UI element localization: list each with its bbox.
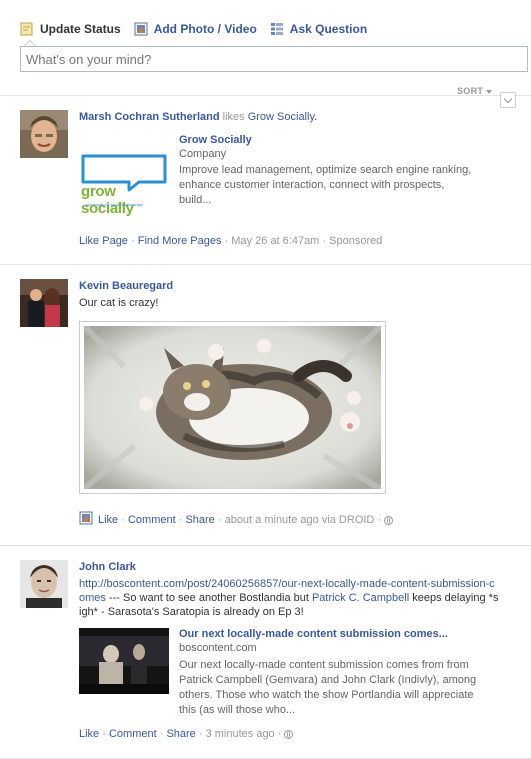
actor-link[interactable]: Kevin Beauregard [79,280,173,292]
story-message: http://boscontent.com/post/24060256857/o… [79,577,499,619]
photo-icon [134,22,148,36]
caret-down-icon [486,89,493,94]
tab-update-status[interactable]: Update Status [20,22,121,36]
like-link[interactable]: Like [79,727,99,741]
feed-story-photo: Kevin Beauregard Our cat is crazy! Like … [0,265,531,545]
attachment-title[interactable]: Our next locally-made content submission… [179,628,489,640]
avatar[interactable] [20,110,68,158]
attachment-subtitle: Company [179,148,227,160]
like-page-link[interactable]: Like Page [79,235,128,247]
attachment-title[interactable]: Grow Socially [179,134,479,146]
find-more-pages-link[interactable]: Find More Pages [138,235,222,247]
story-footer: Like · Comment · Share · 3 minutes ago · [79,727,294,741]
story-message: Our cat is crazy! [79,297,159,309]
tab-label: Update Status [40,22,121,36]
mobile-upload-icon [79,511,93,529]
mention-link[interactable]: Patrick C. Campbell [312,592,409,604]
video-still [79,628,169,694]
comment-link[interactable]: Comment [109,727,157,741]
share-link[interactable]: Share [185,513,214,527]
globe-icon [284,729,294,739]
logo-text: grow socially [81,183,134,217]
story-footer: Like · Comment · Share · about a minute … [79,511,394,529]
question-list-icon [270,22,284,36]
story-headline: Marsh Cochran Sutherland likes Grow Soci… [79,110,519,124]
attachment-info: Our next locally-made content submission… [179,628,489,718]
tab-label: Ask Question [289,22,368,36]
story-body: Kevin Beauregard Our cat is crazy! [79,279,519,310]
story-options-chevron-icon[interactable] [500,92,516,108]
globe-icon [384,515,394,525]
feed-story-link: John Clark http://boscontent.com/post/24… [0,546,531,759]
page-attachment-logo[interactable]: grow socially conversations build relati… [79,152,169,217]
story-body: John Clark http://boscontent.com/post/24… [79,560,499,619]
timestamp[interactable]: May 26 at 6:47am [231,235,319,247]
logo-tagline: conversations build relationships [85,202,143,207]
actor-link[interactable]: Marsh Cochran Sutherland [79,111,220,123]
story-body: Marsh Cochran Sutherland likes Grow Soci… [79,110,519,124]
tab-label: Add Photo / Video [153,22,257,36]
tab-add-photo-video[interactable]: Add Photo / Video [134,22,257,36]
timestamp[interactable]: about a minute ago via DROID [225,513,375,527]
avatar[interactable] [20,279,68,327]
like-link[interactable]: Like [98,513,118,527]
comment-link[interactable]: Comment [128,513,176,527]
status-pencil-icon [20,22,34,36]
sponsored-label: Sponsored [329,235,383,247]
photo-attachment[interactable] [79,321,386,494]
composer-tabs: Update Status Add Photo / Video Ask Ques… [20,20,380,38]
attachment-description: Our next locally-made content submission… [179,659,477,716]
actor-link[interactable]: John Clark [79,561,136,573]
tab-ask-question[interactable]: Ask Question [270,22,367,36]
attachment-description: Improve lead management, optimize search… [179,164,472,206]
status-input[interactable]: What's on your mind? [20,46,528,72]
attachment-subtitle: boscontent.com [179,642,257,654]
cat-photo [81,323,384,492]
avatar[interactable] [20,560,68,608]
story-footer: Like Page · Find More Pages · May 26 at … [79,235,383,247]
object-link[interactable]: Grow Socially [248,111,314,123]
verb-text: likes [219,111,248,123]
attachment-info: Grow Socially Company Improve lead manag… [179,134,479,208]
timestamp[interactable]: 3 minutes ago [206,727,275,741]
link-thumbnail[interactable] [79,628,169,694]
message-text: --- So want to see another Bostlandia bu… [105,592,312,604]
feed-story-sponsored: Marsh Cochran Sutherland likes Grow Soci… [0,92,531,264]
share-link[interactable]: Share [166,727,195,741]
composer: Update Status Add Photo / Video Ask Ques… [0,0,531,95]
logo-wordmark: grow socially [81,183,169,217]
punctuation: . [314,111,318,123]
